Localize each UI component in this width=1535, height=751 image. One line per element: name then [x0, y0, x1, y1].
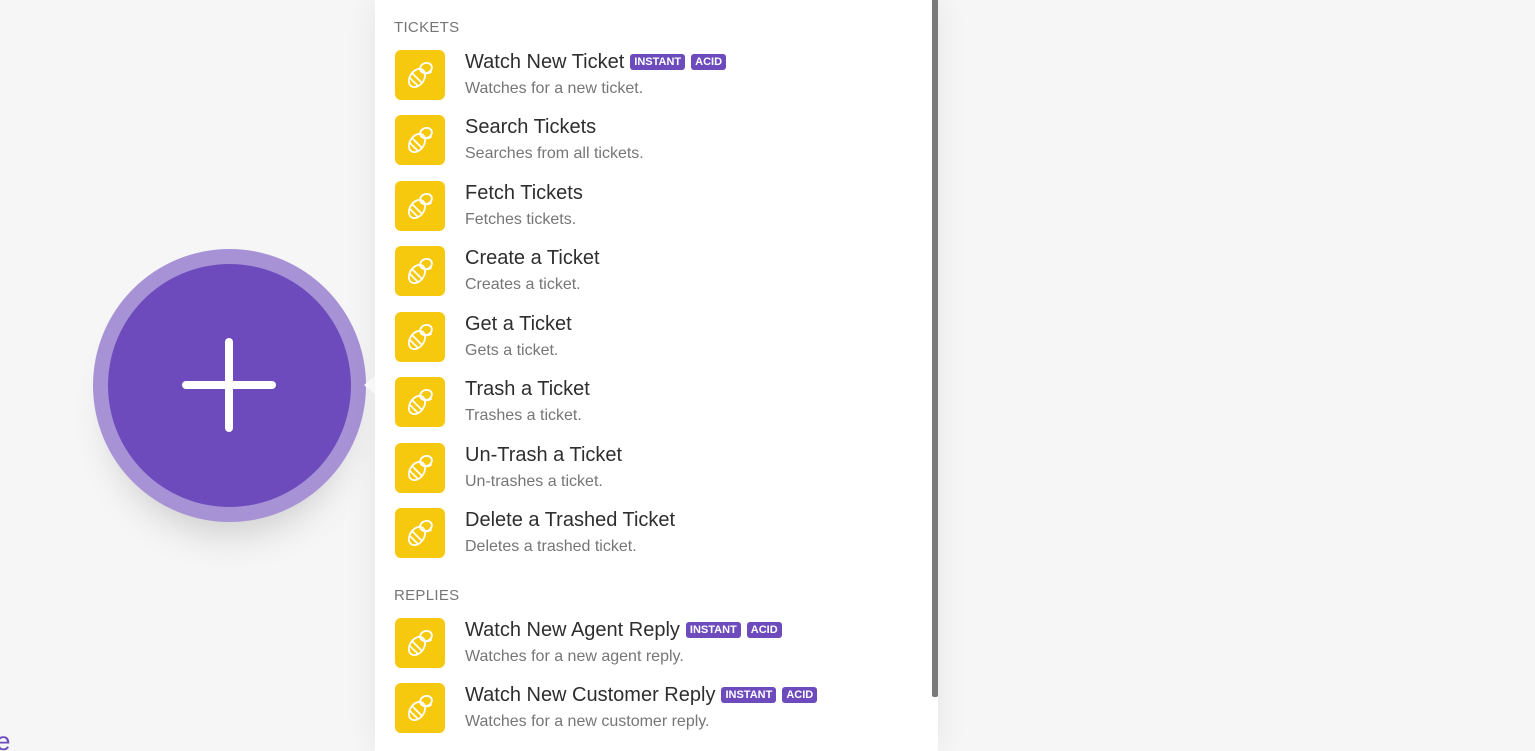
module-description: Deletes a trashed ticket. [465, 538, 637, 555]
bee-icon [395, 312, 445, 362]
module-title: Fetch Tickets [465, 181, 583, 204]
module-title-row: Watch New Customer Reply INSTANT ACID [465, 683, 818, 707]
module-description: Watches for a new agent reply. [465, 648, 684, 665]
module-title: Watch New Customer Reply [465, 683, 716, 706]
module-title: Get a Ticket [465, 312, 572, 335]
module-title-row: Watch New Ticket INSTANT ACID [465, 50, 727, 74]
module-item[interactable]: Watch New Agent Reply INSTANT ACID Watches … [394, 618, 914, 672]
badge-instant: INSTANT [685, 622, 741, 638]
bee-icon [395, 683, 445, 733]
bee-icon [395, 508, 445, 558]
scenario-canvas: e TICKETS REPLIES Watch New Ticket INSTAN… [0, 0, 1535, 751]
badge-acid: ACID [691, 54, 727, 70]
module-description: Creates a ticket. [465, 276, 581, 293]
bee-icon [395, 115, 445, 165]
module-title-row: Create a Ticket [465, 246, 600, 270]
bee-icon [395, 50, 445, 100]
badge-instant: INSTANT [721, 687, 777, 703]
module-title: Search Tickets [465, 115, 597, 138]
module-item[interactable]: Create a Ticket Creates a ticket. [394, 246, 914, 300]
module-title-row: Fetch Tickets [465, 181, 583, 205]
module-description: Watches for a new ticket. [465, 80, 644, 97]
module-title: Trash a Ticket [465, 377, 590, 400]
module-item[interactable]: Delete a Trashed Ticket Deletes a trashed… [394, 508, 914, 562]
add-module-circle[interactable] [108, 264, 351, 507]
module-description: Fetches tickets. [465, 211, 577, 228]
module-title: Delete a Trashed Ticket [465, 508, 676, 531]
module-title-row: Get a Ticket [465, 312, 572, 336]
module-item[interactable]: Un-Trash a Ticket Un-trashes a ticket. [394, 443, 914, 497]
corner-text: e [0, 726, 11, 751]
bee-icon [395, 443, 445, 493]
scrollbar-thumb[interactable] [932, 0, 938, 697]
module-description: Trashes a ticket. [465, 407, 582, 424]
module-title: Un-Trash a Ticket [465, 443, 623, 466]
module-title: Create a Ticket [465, 246, 600, 269]
module-title-row: Delete a Trashed Ticket [465, 508, 675, 532]
module-title-row: Search Tickets [465, 115, 596, 139]
badge-instant: INSTANT [630, 54, 686, 70]
module-item[interactable]: Watch New Ticket INSTANT ACID Watches for a… [394, 50, 914, 104]
bee-icon [395, 377, 445, 427]
module-description: Un-trashes a ticket. [465, 473, 603, 490]
bee-icon [395, 181, 445, 231]
bee-icon [395, 618, 445, 668]
module-description: Gets a ticket. [465, 342, 559, 359]
badge-acid: ACID [746, 622, 782, 638]
module-item[interactable]: Watch New Customer Reply INSTANT ACID Watch… [394, 683, 914, 737]
module-item[interactable]: Search Tickets Searches from all tickets. [394, 115, 914, 169]
module-title-row: Trash a Ticket [465, 377, 590, 401]
module-title: Watch New Agent Reply [465, 618, 680, 641]
module-item[interactable]: Fetch Tickets Fetches tickets. [394, 181, 914, 235]
module-description: Watches for a new customer reply. [465, 713, 710, 730]
plus-icon [182, 338, 276, 432]
module-item[interactable]: Get a Ticket Gets a ticket. [394, 312, 914, 366]
module-title: Watch New Ticket [465, 50, 625, 73]
module-description: Searches from all tickets. [465, 145, 644, 162]
section-title-replies: REPLIES [394, 587, 460, 604]
module-title-row: Watch New Agent Reply INSTANT ACID [465, 618, 782, 642]
bee-icon [395, 246, 445, 296]
section-title-tickets: TICKETS [394, 19, 460, 36]
module-menu-panel: TICKETS REPLIES Watch New Ticket INSTANT A… [375, 0, 938, 751]
module-title-row: Un-Trash a Ticket [465, 443, 622, 467]
add-module-button[interactable] [93, 249, 366, 522]
module-item[interactable]: Trash a Ticket Trashes a ticket. [394, 377, 914, 431]
badge-acid: ACID [782, 687, 818, 703]
